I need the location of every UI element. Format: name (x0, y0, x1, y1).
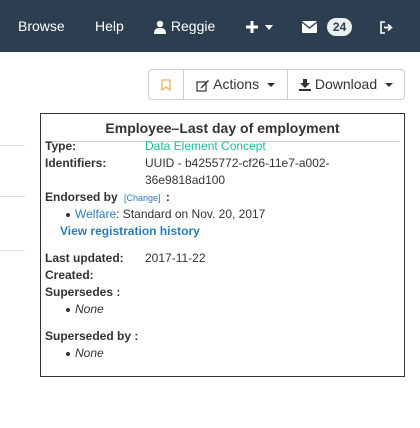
plus-icon (246, 21, 258, 34)
envelope-icon (301, 21, 318, 34)
sidebar-divider (0, 196, 25, 197)
supersedes-label: Supersedes : (45, 285, 121, 299)
chevron-down-icon (266, 83, 275, 88)
download-label: Download (314, 76, 378, 92)
inbox-count-badge: 24 (326, 18, 353, 37)
bookmark-icon (161, 79, 171, 92)
bookmark-button[interactable] (148, 69, 184, 100)
list-bullet (66, 352, 70, 356)
nav-user-name: Reggie (170, 18, 216, 34)
registration-history-link[interactable]: View registration history (60, 224, 200, 238)
list-bullet (66, 213, 70, 217)
user-icon (154, 21, 166, 35)
nav-help[interactable]: Help (95, 0, 124, 52)
download-icon (298, 79, 311, 92)
supersedes-value: None (75, 302, 104, 316)
nav-add-menu[interactable] (246, 0, 273, 52)
endorsed-by-colon: : (165, 190, 170, 204)
endorsement-status: : Standard on Nov. 20, 2017 (116, 207, 266, 221)
actions-dropdown[interactable]: Actions (183, 69, 288, 100)
sign-out-icon (380, 20, 393, 34)
identifier-value-line2: 36e9818ad100 (145, 173, 226, 187)
identifier-value-line1: UUID - b4255772-cf26-11e7-a002- (145, 156, 330, 170)
created-label: Created: (45, 268, 94, 282)
type-label: Type: (45, 139, 77, 153)
edit-icon (196, 79, 210, 92)
chevron-down-icon (385, 83, 394, 88)
nav-sign-out[interactable] (380, 0, 393, 52)
last-updated-value: 2017-11-22 (145, 251, 206, 265)
item-details-panel: Employee–Last day of employment Type: Da… (40, 113, 405, 377)
sidebar-divider (0, 145, 25, 146)
change-endorsement-link[interactable]: [Change] (124, 193, 161, 203)
nav-inbox[interactable]: 24 (301, 0, 353, 52)
superseded-by-value: None (75, 346, 104, 360)
last-updated-label: Last updated: (45, 251, 124, 265)
chevron-down-icon (264, 24, 273, 30)
type-value-link[interactable]: Data Element Concept (145, 139, 266, 153)
nav-user-menu[interactable]: Reggie (153, 0, 215, 52)
nav-browse[interactable]: Browse (18, 0, 65, 52)
identifiers-label: Identifiers: (45, 156, 107, 170)
endorsement-entry: Welfare: Standard on Nov. 20, 2017 (75, 207, 265, 221)
sidebar-divider (0, 250, 25, 251)
endorsed-by-text: Endorsed by (45, 190, 118, 204)
endorsed-by-label: Endorsed by [Change] : (45, 190, 170, 204)
list-bullet (66, 308, 70, 312)
navbar: Browse Help Reggie 24 (0, 0, 420, 52)
endorser-link[interactable]: Welfare (75, 207, 116, 221)
actions-label: Actions (213, 76, 260, 92)
superseded-by-label: Superseded by : (45, 329, 139, 343)
download-dropdown[interactable]: Download (287, 69, 405, 100)
